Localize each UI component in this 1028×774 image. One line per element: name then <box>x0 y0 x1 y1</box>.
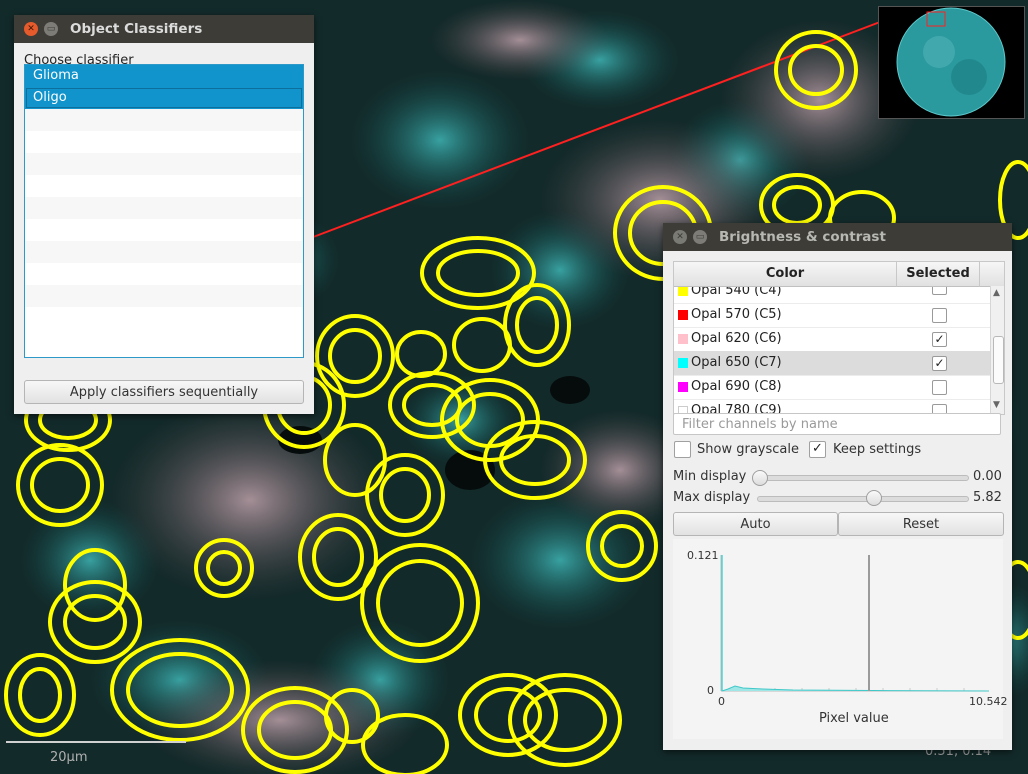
table-row[interactable]: Opal 570 (C5) <box>674 303 990 328</box>
column-header-selected[interactable]: Selected <box>897 262 980 287</box>
histogram-y-max: 0.121 <box>687 549 719 562</box>
scalebar-label: 20µm <box>50 750 88 765</box>
max-display-slider[interactable] <box>757 496 969 502</box>
channel-name: Opal 650 (C7) <box>691 355 782 370</box>
apply-classifiers-button[interactable]: Apply classifiers sequentially <box>24 380 304 404</box>
scalebar <box>6 741 186 743</box>
list-item[interactable]: Oligo <box>25 87 303 109</box>
object-classifiers-window: ✕ ▭ Object Classifiers Choose classifier… <box>14 15 314 414</box>
channel-table[interactable]: Color Selected Opal 540 (C4) Opal 570 (C… <box>673 261 1005 415</box>
classifier-list[interactable]: Glioma Oligo <box>24 64 304 358</box>
title-bar[interactable]: ✕ ▭ Object Classifiers <box>14 15 314 43</box>
overview-thumbnail[interactable] <box>878 6 1025 119</box>
show-grayscale-label: Show grayscale <box>697 442 799 457</box>
channel-name: Opal 690 (C8) <box>691 379 782 394</box>
histogram: 0.121 0 0 10.542 Pixel value <box>673 539 1008 739</box>
channel-selected-checkbox[interactable] <box>932 380 947 395</box>
channel-selected-checkbox[interactable]: ✓ <box>932 332 947 347</box>
min-display-label: Min display <box>673 469 747 484</box>
histogram-x-max: 10.542 <box>969 695 1008 708</box>
minimize-icon[interactable]: ▭ <box>44 22 58 36</box>
max-display-slider-thumb[interactable] <box>866 490 882 506</box>
keep-settings-checkbox[interactable]: ✓ <box>809 441 826 458</box>
list-item[interactable]: Glioma <box>25 65 303 87</box>
table-row[interactable]: Opal 690 (C8) <box>674 375 990 400</box>
column-header-color[interactable]: Color <box>674 262 897 287</box>
scroll-up-icon[interactable]: ▲ <box>993 288 1000 298</box>
channel-selected-checkbox[interactable]: ✓ <box>932 356 947 371</box>
show-grayscale-checkbox[interactable] <box>674 441 691 458</box>
brightness-contrast-window: ✕ ▭ Brightness & contrast Color Selected… <box>663 223 1012 750</box>
channel-name: Opal 570 (C5) <box>691 307 782 322</box>
channel-color-swatch <box>678 382 688 392</box>
channel-color-swatch <box>678 334 688 344</box>
min-display-slider[interactable] <box>757 475 969 481</box>
reset-button[interactable]: Reset <box>838 512 1004 536</box>
title-bar[interactable]: ✕ ▭ Brightness & contrast <box>663 223 1012 251</box>
histogram-plot <box>720 555 990 692</box>
channel-name: Opal 620 (C6) <box>691 331 782 346</box>
channel-selected-checkbox[interactable] <box>932 308 947 323</box>
min-display-slider-thumb[interactable] <box>752 470 768 486</box>
channel-color-swatch <box>678 310 688 320</box>
channel-color-swatch <box>678 286 688 296</box>
minimize-icon[interactable]: ▭ <box>693 230 707 244</box>
histogram-x-label: Pixel value <box>819 711 889 726</box>
scroll-down-icon[interactable]: ▼ <box>993 400 1000 410</box>
close-icon[interactable]: ✕ <box>673 230 687 244</box>
close-icon[interactable]: ✕ <box>24 22 38 36</box>
window-title: Object Classifiers <box>70 21 203 37</box>
scrollbar-thumb[interactable] <box>993 336 1004 384</box>
channel-color-swatch <box>678 358 688 368</box>
channel-filter-input[interactable]: Filter channels by name <box>673 413 1001 435</box>
table-row[interactable]: Opal 620 (C6) ✓ <box>674 327 990 352</box>
window-title: Brightness & contrast <box>719 229 886 245</box>
histogram-y-min: 0 <box>707 684 714 697</box>
min-display-value: 0.00 <box>973 469 1002 484</box>
max-display-value: 5.82 <box>973 490 1002 505</box>
keep-settings-label: Keep settings <box>833 442 922 457</box>
histogram-x-min: 0 <box>718 695 725 708</box>
max-display-label: Max display <box>673 490 751 505</box>
table-scrollbar[interactable]: ▲ ▼ <box>990 286 1004 414</box>
auto-button[interactable]: Auto <box>673 512 838 536</box>
table-row[interactable]: Opal 650 (C7) ✓ <box>674 351 990 376</box>
